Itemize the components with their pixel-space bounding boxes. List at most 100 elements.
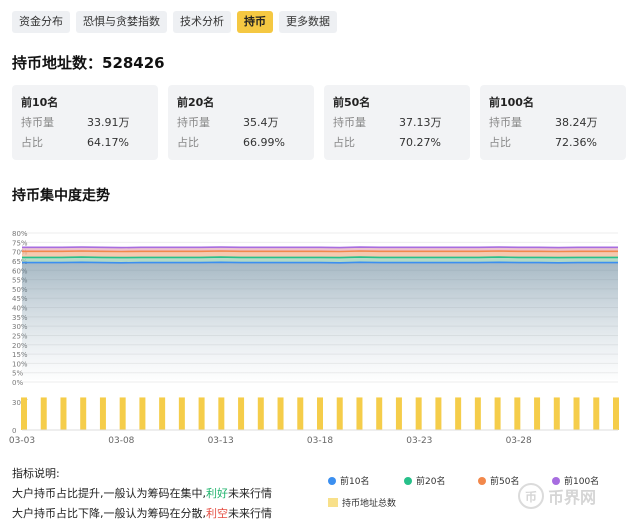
address-count-bar bbox=[80, 397, 87, 430]
address-count-bar bbox=[99, 397, 106, 430]
note-line-1: 大户持币占比提升,一般认为筹码在集中,利好未来行情 bbox=[12, 484, 272, 504]
tab-bar: 资金分布 恐惧与贪婪指数 技术分析 持币 更多数据 bbox=[12, 11, 337, 33]
y-tick-label: 75% bbox=[12, 239, 28, 247]
address-count-bar bbox=[257, 397, 264, 430]
holding-value: 37.13万 bbox=[399, 116, 442, 129]
address-count-bar bbox=[21, 397, 27, 430]
watermark-text: 币界网 bbox=[548, 488, 597, 507]
tab-holdings[interactable]: 持币 bbox=[237, 11, 273, 33]
x-tick-label: 03-03 bbox=[9, 436, 35, 446]
tab-technical-analysis[interactable]: 技术分析 bbox=[173, 11, 231, 33]
holder-address-count-title: 持币地址数：528426 bbox=[12, 54, 165, 72]
tab-fear-greed-index[interactable]: 恐惧与贪婪指数 bbox=[76, 11, 167, 33]
note-bearish: 利空 bbox=[206, 507, 228, 520]
ratio-value: 70.27% bbox=[399, 136, 441, 149]
x-tick-label: 03-13 bbox=[208, 436, 234, 446]
note-bullish: 利好 bbox=[206, 487, 228, 500]
address-count-bar bbox=[494, 397, 501, 430]
series-line bbox=[22, 261, 618, 264]
holding-label: 持币量 bbox=[333, 116, 366, 129]
address-count-bar bbox=[455, 397, 462, 430]
holding-label: 持币量 bbox=[21, 116, 54, 129]
concentration-trend-title: 持币集中度走势 bbox=[12, 188, 110, 204]
address-count-bar bbox=[435, 397, 442, 430]
address-count-bar bbox=[277, 397, 284, 430]
legend-item-top20[interactable]: 前20名 bbox=[404, 474, 445, 487]
note-text: 大户持币占比下降,一般认为筹码在分散, bbox=[12, 507, 206, 520]
legend-dot-icon bbox=[404, 476, 412, 485]
ratio-label: 占比 bbox=[21, 136, 43, 149]
x-tick-label: 03-23 bbox=[406, 436, 432, 446]
address-count-bar bbox=[573, 397, 580, 430]
holding-value: 35.4万 bbox=[243, 116, 279, 129]
series-line bbox=[22, 250, 618, 253]
x-tick-label: 03-28 bbox=[506, 436, 532, 446]
address-count-bar bbox=[514, 397, 521, 430]
legend-item-address-total[interactable]: 持币地址总数 bbox=[328, 496, 396, 509]
legend-dot-icon bbox=[328, 476, 336, 485]
note-text: 未来行情 bbox=[228, 487, 272, 500]
coin-icon: 币 bbox=[518, 483, 544, 509]
series-line bbox=[22, 256, 618, 259]
holding-value: 33.91万 bbox=[87, 116, 130, 129]
ratio-value: 64.17% bbox=[87, 136, 129, 149]
address-count-bar bbox=[218, 397, 225, 430]
ratio-value: 66.99% bbox=[243, 136, 285, 149]
legend-label: 前20名 bbox=[416, 477, 446, 487]
address-count-bar bbox=[60, 397, 67, 430]
note-text: 大户持币占比提升,一般认为筹码在集中, bbox=[12, 487, 206, 500]
notes-heading: 指标说明: bbox=[12, 467, 60, 480]
legend-square-icon bbox=[328, 498, 338, 507]
address-count-bar bbox=[474, 397, 481, 430]
address-count-bar bbox=[553, 397, 560, 430]
legend-label: 前10名 bbox=[340, 477, 370, 487]
address-count-bar bbox=[376, 397, 383, 430]
tab-more-data[interactable]: 更多数据 bbox=[279, 11, 337, 33]
area-fill bbox=[22, 262, 618, 380]
card-head: 前50名 bbox=[333, 96, 371, 109]
watermark-logo: 币 币界网 bbox=[518, 483, 596, 509]
legend-label: 持币地址总数 bbox=[342, 499, 397, 509]
card-head: 前20名 bbox=[177, 96, 215, 109]
address-count-bar bbox=[238, 397, 245, 430]
ratio-value: 72.36% bbox=[555, 136, 597, 149]
address-count-bar bbox=[297, 397, 304, 430]
address-count-bar bbox=[415, 397, 422, 430]
note-text: 未来行情 bbox=[228, 507, 272, 520]
legend-item-top10[interactable]: 前10名 bbox=[328, 474, 369, 487]
y-tick-label: 5% bbox=[12, 370, 23, 378]
holding-value: 38.24万 bbox=[555, 116, 598, 129]
address-count-bar bbox=[159, 397, 166, 430]
y-tick-label: 80% bbox=[12, 230, 28, 238]
address-count-bar bbox=[178, 397, 185, 430]
legend-label: 前50名 bbox=[490, 477, 520, 487]
ratio-label: 占比 bbox=[489, 136, 511, 149]
address-count-bar bbox=[139, 397, 146, 430]
y-tick-label: 0% bbox=[12, 379, 23, 387]
holding-label: 持币量 bbox=[177, 116, 210, 129]
card-head: 前100名 bbox=[489, 96, 534, 109]
address-count-bar bbox=[395, 397, 402, 430]
ratio-label: 占比 bbox=[333, 136, 355, 149]
address-count-bar bbox=[593, 397, 600, 430]
legend-item-top50[interactable]: 前50名 bbox=[478, 474, 519, 487]
note-line-2: 大户持币占比下降,一般认为筹码在分散,利空未来行情 bbox=[12, 504, 272, 524]
address-count-bar bbox=[356, 397, 363, 430]
address-count-bar bbox=[317, 397, 323, 430]
card-top50: 前50名 持币量 37.13万 占比 70.27% bbox=[324, 85, 470, 160]
address-count-bar bbox=[119, 397, 126, 430]
tab-fund-distribution[interactable]: 资金分布 bbox=[12, 11, 70, 33]
address-count-bar bbox=[613, 397, 619, 430]
card-top10: 前10名 持币量 33.91万 占比 64.17% bbox=[12, 85, 158, 160]
legend-dot-icon bbox=[478, 476, 486, 485]
address-count-bar bbox=[534, 397, 541, 430]
card-head: 前10名 bbox=[21, 96, 59, 109]
x-tick-label: 03-18 bbox=[307, 436, 333, 446]
series-line bbox=[22, 246, 618, 249]
concentration-chart: 80%75%70%65%60%55%50%45%40%35%30%25%20%1… bbox=[9, 230, 619, 446]
indicator-notes: 指标说明: 大户持币占比提升,一般认为筹码在集中,利好未来行情 大户持币占比下降… bbox=[12, 464, 272, 524]
ratio-label: 占比 bbox=[177, 136, 199, 149]
card-top100: 前100名 持币量 38.24万 占比 72.36% bbox=[480, 85, 626, 160]
address-count-bar bbox=[40, 397, 47, 430]
address-count-bar bbox=[198, 397, 205, 430]
